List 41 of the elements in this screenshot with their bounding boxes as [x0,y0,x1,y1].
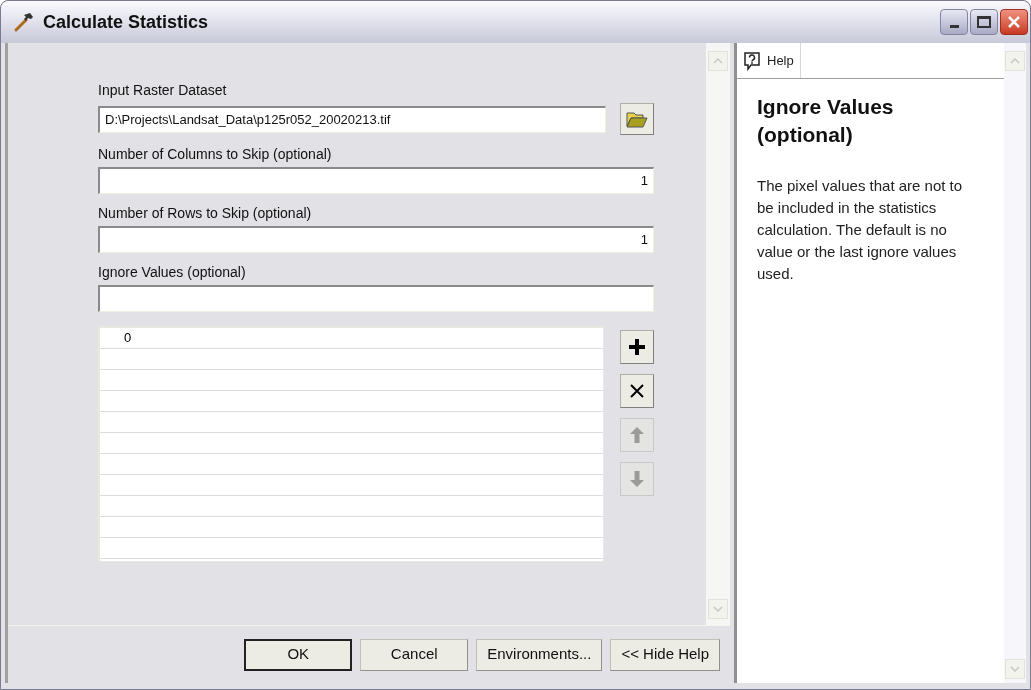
list-item[interactable]: 0 [100,328,603,349]
scroll-down-button[interactable] [1005,659,1025,679]
browse-button[interactable] [620,103,654,135]
field-label: Number of Rows to Skip (optional) [98,204,313,222]
help-text: The pixel values that are not to be included in the statistics calculation. The default is no value or the last ignore values used. [757,176,964,284]
add-button[interactable] [620,330,654,364]
chevron-up-icon [1010,58,1020,64]
window-title: Calculate Statistics [43,10,209,34]
hammer-icon [13,11,35,33]
chevron-up-icon [713,58,723,64]
input-field[interactable]: 1 [98,226,654,253]
help-icon [743,50,761,71]
scrollbar[interactable] [1004,43,1026,683]
arrow-down-icon [629,470,645,488]
close-button[interactable] [1000,9,1028,35]
field-label: Number of Columns to Skip (optional) [98,145,333,163]
dialog-button[interactable]: Environments... [476,638,603,671]
help-title: Ignore Values (optional) [757,94,895,148]
scroll-up-button[interactable] [1005,51,1025,71]
chevron-down-icon [713,606,723,612]
input-field[interactable]: D:\Projects\Landsat_Data\p125r052_20020213.tif [98,105,606,133]
arrow-up-icon [629,426,645,444]
minimize-button[interactable] [940,9,968,35]
field-label: Input Raster Dataset [98,81,228,99]
dialog-button[interactable]: << Hide Help [610,638,720,671]
dialog-button[interactable]: OK [244,638,353,671]
plus-icon [628,338,646,356]
scroll-up-button[interactable] [708,51,728,71]
dialog-button[interactable]: Cancel [360,638,469,671]
maximize-button[interactable] [970,9,998,35]
close-icon [1007,15,1021,29]
field-label: Ignore Values (optional) [98,263,247,281]
delete-button[interactable] [620,374,654,408]
scroll-down-button[interactable] [708,599,728,619]
chevron-down-icon [1010,666,1020,672]
folder-icon [626,110,648,128]
input-field[interactable]: 1 [98,167,654,194]
scrollbar[interactable] [706,43,730,625]
help-tab[interactable]: Help [737,43,801,78]
close-icon [629,383,645,399]
input-field[interactable] [98,285,654,312]
